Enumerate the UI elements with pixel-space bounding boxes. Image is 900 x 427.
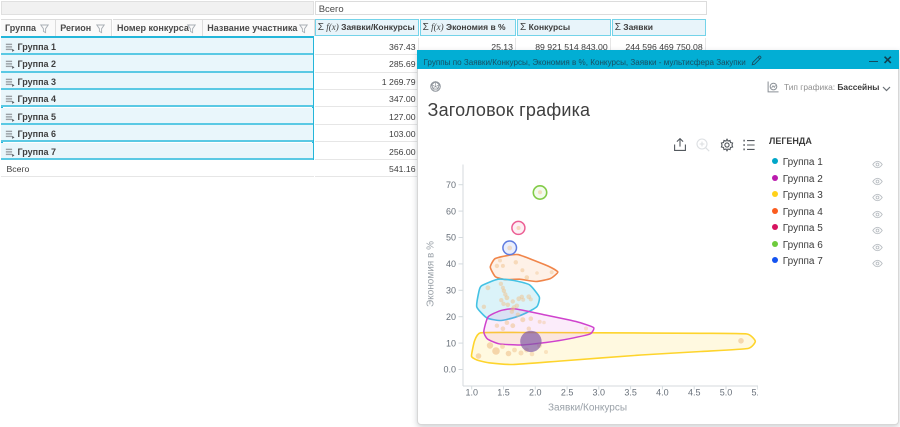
svg-text:Заявки/Конкурсы: Заявки/Конкурсы — [547, 402, 626, 413]
svg-text:2.5: 2.5 — [560, 387, 573, 397]
svg-text:40: 40 — [445, 259, 455, 269]
svg-text:5.0: 5.0 — [719, 387, 732, 397]
svg-text:2.0: 2.0 — [529, 387, 542, 397]
svg-text:3.0: 3.0 — [592, 387, 605, 397]
svg-text:1.0: 1.0 — [465, 387, 478, 397]
svg-text:30: 30 — [445, 285, 455, 295]
svg-text:0.0: 0.0 — [443, 364, 456, 374]
svg-text:4.0: 4.0 — [656, 387, 669, 397]
svg-text:60: 60 — [445, 206, 455, 216]
svg-text:5.5: 5.5 — [751, 387, 758, 397]
svg-text:70: 70 — [445, 180, 455, 190]
svg-text:1.5: 1.5 — [497, 387, 510, 397]
svg-text:20: 20 — [445, 312, 455, 322]
svg-text:10: 10 — [445, 338, 455, 348]
svg-text:4.5: 4.5 — [687, 387, 700, 397]
svg-text:Экономия в %: Экономия в % — [425, 241, 436, 307]
svg-text:50: 50 — [445, 232, 455, 242]
svg-text:3.5: 3.5 — [624, 387, 637, 397]
